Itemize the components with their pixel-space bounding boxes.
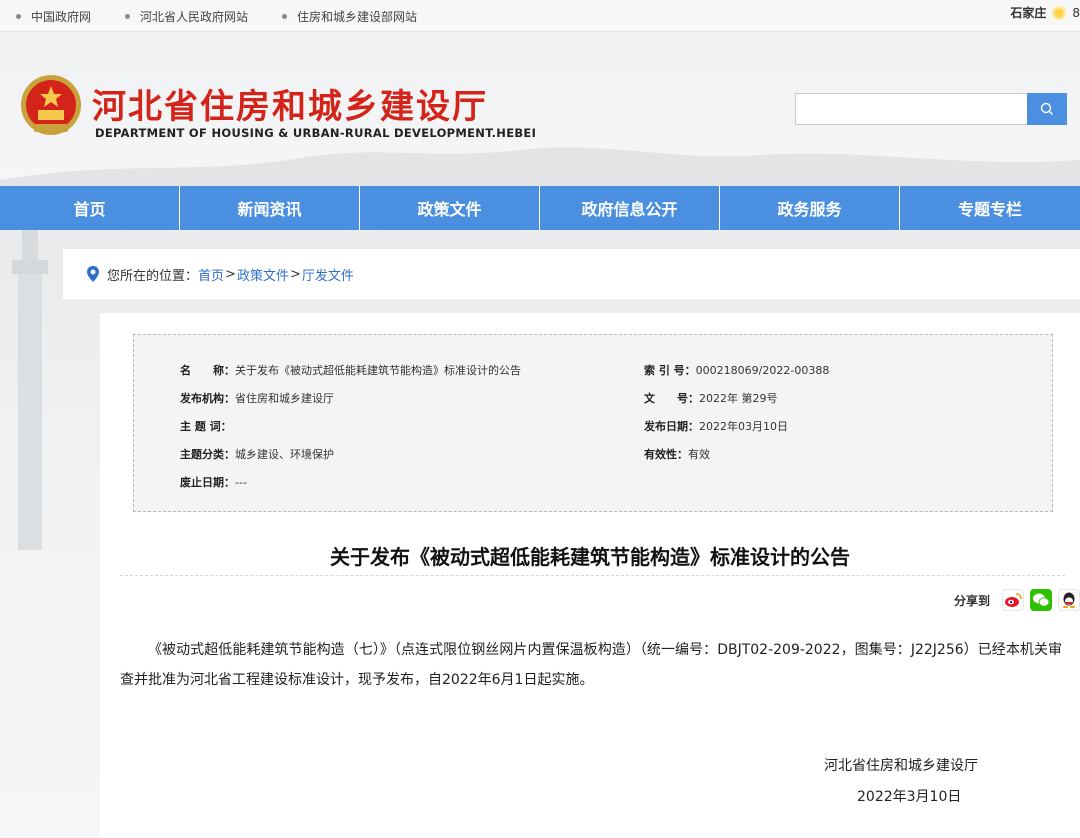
search-input[interactable]	[795, 93, 1027, 125]
meta-publish-date: 发布日期：2022年03月10日	[644, 420, 788, 433]
sun-icon	[1052, 5, 1067, 20]
document-meta-box: 名 称：关于发布《被动式超低能耗建筑节能构造》标准设计的公告 发布机构：省住房和…	[133, 334, 1053, 512]
meta-doc-number: 文 号：2022年 第29号	[644, 392, 778, 405]
meta-org: 发布机构：省住房和城乡建设厅	[180, 392, 334, 405]
meta-category: 主题分类：城乡建设、环境保护	[180, 448, 334, 461]
site-subtitle: DEPARTMENT OF HOUSING & URBAN-RURAL DEVE…	[95, 126, 537, 140]
share-label: 分享到	[953, 593, 990, 608]
top-links: 中国政府网 河北省人民政府网站 住房和城乡建设部网站	[16, 8, 451, 25]
meta-name: 名 称：关于发布《被动式超低能耗建筑节能构造》标准设计的公告	[180, 364, 521, 377]
wechat-icon[interactable]	[1030, 589, 1052, 611]
breadcrumb-separator: >	[289, 266, 301, 282]
article-panel: 名 称：关于发布《被动式超低能耗建筑节能构造》标准设计的公告 发布机构：省住房和…	[100, 313, 1080, 838]
title-divider	[120, 575, 1065, 576]
top-link-gov[interactable]: 中国政府网	[16, 8, 91, 25]
qq-icon[interactable]	[1058, 589, 1080, 611]
breadcrumb-dept-docs[interactable]: 厅发文件	[302, 265, 354, 284]
signature-date: 2022年3月10日	[857, 789, 962, 805]
breadcrumb-label: 您所在的位置：	[107, 268, 199, 284]
meta-abolish-date: 废止日期：---	[180, 476, 247, 489]
national-emblem-icon[interactable]	[16, 72, 86, 142]
nav-gov-info[interactable]: 政府信息公开	[540, 186, 720, 230]
weather-city: 石家庄	[1010, 6, 1047, 20]
breadcrumb-policy[interactable]: 政策文件	[237, 265, 289, 284]
search-box	[795, 93, 1067, 125]
meta-validity: 有效性：有效	[644, 448, 710, 461]
nav-services[interactable]: 政务服务	[720, 186, 900, 230]
nav-policy[interactable]: 政策文件	[360, 186, 540, 230]
share-bar: 分享到	[954, 589, 1080, 611]
nav-news[interactable]: 新闻资讯	[180, 186, 360, 230]
location-pin-icon	[87, 266, 99, 282]
weibo-icon[interactable]	[1002, 589, 1024, 611]
article-title: 关于发布《被动式超低能耗建筑节能构造》标准设计的公告	[330, 545, 850, 569]
meta-index: 索 引 号：000218069/2022-00388	[644, 364, 830, 377]
tower-backdrop	[12, 230, 48, 550]
weather-widget: 石家庄 8	[1010, 4, 1080, 21]
meta-topic: 主 题 词：	[180, 420, 232, 433]
nav-home[interactable]: 首页	[0, 186, 180, 230]
site-header: 河北省住房和城乡建设厅 DEPARTMENT OF HOUSING & URBA…	[0, 32, 1080, 186]
top-link-hebei-gov[interactable]: 河北省人民政府网站	[125, 8, 248, 25]
signature-org: 河北省住房和城乡建设厅	[824, 758, 978, 774]
search-icon	[1040, 102, 1053, 115]
top-link-ministry[interactable]: 住房和城乡建设部网站	[282, 8, 417, 25]
site-title[interactable]: 河北省住房和城乡建设厅	[92, 79, 488, 128]
article-body: 《被动式超低能耗建筑节能构造（七）》（点连式限位钢丝网片内置保温板构造）（统一编…	[120, 642, 1062, 688]
breadcrumb: 您所在的位置： 首页 > 政策文件 > 厅发文件	[63, 249, 1080, 299]
search-button[interactable]	[1027, 93, 1067, 125]
top-bar: 中国政府网 河北省人民政府网站 住房和城乡建设部网站 石家庄 8	[0, 0, 1080, 32]
nav-topics[interactable]: 专题专栏	[900, 186, 1080, 230]
breadcrumb-home[interactable]: 首页	[198, 265, 224, 284]
weather-temp: 8	[1072, 5, 1080, 20]
main-nav: 首页 新闻资讯 政策文件 政府信息公开 政务服务 专题专栏	[0, 186, 1080, 230]
breadcrumb-separator: >	[225, 266, 236, 282]
